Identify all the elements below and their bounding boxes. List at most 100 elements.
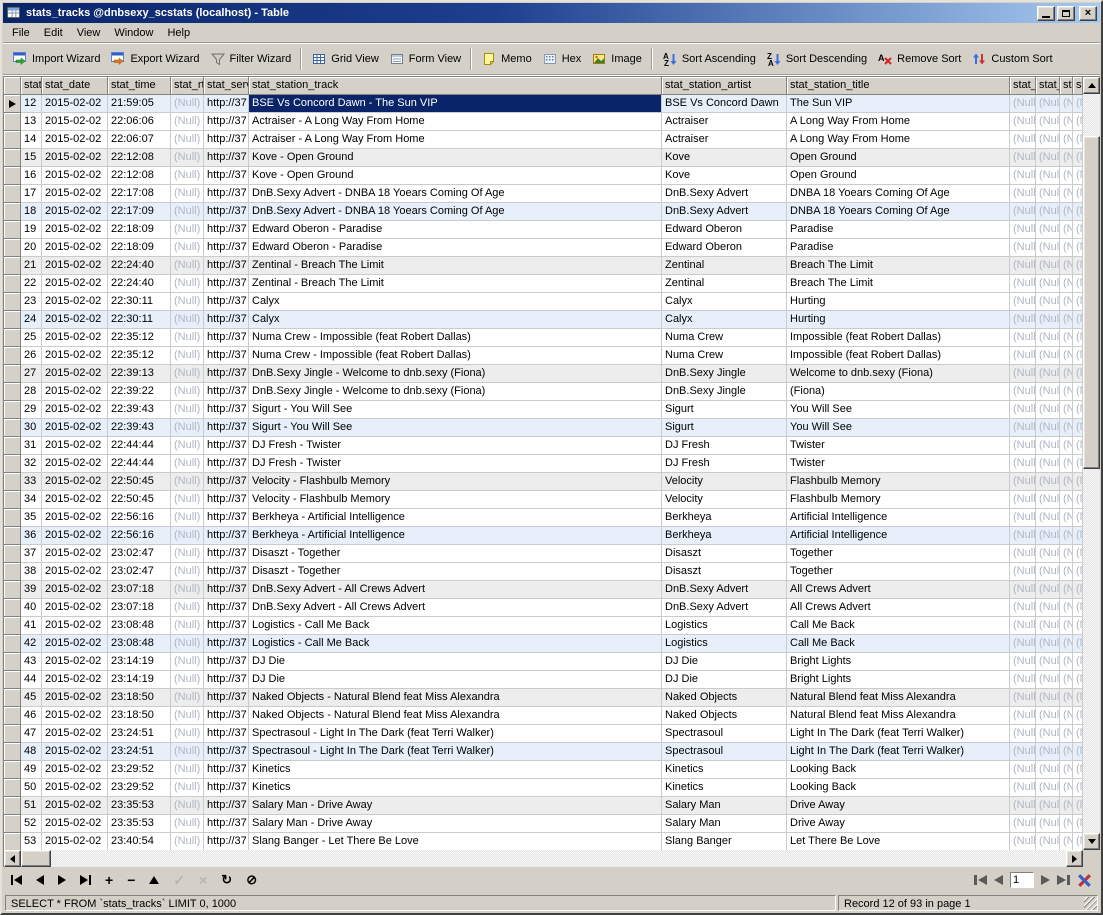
cell-stat-date[interactable]: 2015-02-02 bbox=[42, 491, 108, 509]
row-selector[interactable] bbox=[4, 491, 21, 509]
cell-stat-serv[interactable]: http://37 bbox=[204, 419, 249, 437]
cell-null[interactable]: (Null) bbox=[1073, 797, 1083, 815]
row-selector[interactable] bbox=[4, 365, 21, 383]
cell-stat-date[interactable]: 2015-02-02 bbox=[42, 707, 108, 725]
cell-stat-station-title[interactable]: Artificial Intelligence bbox=[787, 527, 1010, 545]
cell-null[interactable]: (Null) bbox=[1060, 185, 1073, 203]
cell-stat-rt[interactable]: (Null) bbox=[171, 167, 204, 185]
cell-null[interactable]: (Null) bbox=[1010, 365, 1036, 383]
menu-item-edit[interactable]: Edit bbox=[37, 25, 70, 41]
column-header-stat-station-track[interactable]: stat_station_track bbox=[249, 77, 662, 95]
cell-null[interactable]: (Null) bbox=[1073, 653, 1083, 671]
horizontal-scrollbar[interactable] bbox=[4, 850, 1083, 867]
cell-stat-station-artist[interactable]: Salary Man bbox=[662, 797, 787, 815]
cell-null[interactable]: (Null) bbox=[1073, 347, 1083, 365]
cell-stat-rt[interactable]: (Null) bbox=[171, 797, 204, 815]
cell-stat-id[interactable]: 33 bbox=[21, 473, 42, 491]
cell-null[interactable]: (Null) bbox=[1073, 509, 1083, 527]
cell-stat-serv[interactable]: http://37 bbox=[204, 113, 249, 131]
cell-stat-serv[interactable]: http://37 bbox=[204, 275, 249, 293]
cell-null[interactable]: (Null) bbox=[1036, 761, 1060, 779]
cell-null[interactable]: (Null) bbox=[1010, 635, 1036, 653]
cell-stat-station-artist[interactable]: Kinetics bbox=[662, 779, 787, 797]
cell-stat-serv[interactable]: http://37 bbox=[204, 815, 249, 833]
cell-null[interactable]: (Null) bbox=[1036, 275, 1060, 293]
cell-stat-id[interactable]: 44 bbox=[21, 671, 42, 689]
cell-stat-station-artist[interactable]: Salary Man bbox=[662, 815, 787, 833]
cell-stat-station-artist[interactable]: Velocity bbox=[662, 473, 787, 491]
cell-stat-id[interactable]: 50 bbox=[21, 779, 42, 797]
cell-stat-time[interactable]: 23:08:48 bbox=[108, 617, 171, 635]
cell-null[interactable]: (Null) bbox=[1036, 347, 1060, 365]
cell-stat-rt[interactable]: (Null) bbox=[171, 329, 204, 347]
row-selector[interactable] bbox=[4, 545, 21, 563]
cell-stat-station-title[interactable]: You Will See bbox=[787, 401, 1010, 419]
cell-null[interactable]: (Null) bbox=[1060, 509, 1073, 527]
cell-stat-station-track[interactable]: Velocity - Flashbulb Memory bbox=[249, 473, 662, 491]
cell-stat-station-track[interactable]: DJ Fresh - Twister bbox=[249, 455, 662, 473]
cell-stat-rt[interactable]: (Null) bbox=[171, 419, 204, 437]
cell-stat-date[interactable]: 2015-02-02 bbox=[42, 437, 108, 455]
cell-null[interactable]: (Null) bbox=[1036, 365, 1060, 383]
post-edit-button[interactable]: ✓ bbox=[173, 872, 185, 888]
menu-item-view[interactable]: View bbox=[70, 25, 108, 41]
column-header-stat[interactable]: stat bbox=[21, 77, 42, 95]
cell-stat-station-track[interactable]: Sigurt - You Will See bbox=[249, 401, 662, 419]
minimize-button[interactable] bbox=[1037, 6, 1055, 21]
cell-null[interactable]: (Null) bbox=[1060, 293, 1073, 311]
cell-stat-time[interactable]: 21:59:05 bbox=[108, 95, 171, 113]
cell-stat-serv[interactable]: http://37 bbox=[204, 509, 249, 527]
cell-null[interactable]: (Null) bbox=[1073, 185, 1083, 203]
cell-stat-station-track[interactable]: Numa Crew - Impossible (feat Robert Dall… bbox=[249, 329, 662, 347]
cell-stat-station-title[interactable]: Flashbulb Memory bbox=[787, 491, 1010, 509]
cell-stat-rt[interactable]: (Null) bbox=[171, 545, 204, 563]
cell-stat-serv[interactable]: http://37 bbox=[204, 707, 249, 725]
cell-null[interactable]: (Null) bbox=[1060, 563, 1073, 581]
row-selector[interactable] bbox=[4, 653, 21, 671]
cell-stat-station-title[interactable]: Impossible (feat Robert Dallas) bbox=[787, 329, 1010, 347]
cell-stat-station-artist[interactable]: Logistics bbox=[662, 617, 787, 635]
cell-stat-date[interactable]: 2015-02-02 bbox=[42, 545, 108, 563]
cell-stat-date[interactable]: 2015-02-02 bbox=[42, 725, 108, 743]
cell-stat-serv[interactable]: http://37 bbox=[204, 203, 249, 221]
cell-stat-id[interactable]: 40 bbox=[21, 599, 42, 617]
row-selector[interactable] bbox=[4, 509, 21, 527]
cell-stat-rt[interactable]: (Null) bbox=[171, 131, 204, 149]
cell-stat-serv[interactable]: http://37 bbox=[204, 635, 249, 653]
cell-null[interactable]: (Null) bbox=[1036, 131, 1060, 149]
cell-stat-station-artist[interactable]: Naked Objects bbox=[662, 707, 787, 725]
cell-stat-station-track[interactable]: DnB.Sexy Advert - All Crews Advert bbox=[249, 599, 662, 617]
cell-stat-station-title[interactable]: Natural Blend feat Miss Alexandra bbox=[787, 689, 1010, 707]
vertical-scrollbar[interactable] bbox=[1083, 77, 1100, 850]
cell-stat-rt[interactable]: (Null) bbox=[171, 815, 204, 833]
remove-sort-button[interactable]: ARemove Sort bbox=[872, 47, 966, 71]
cell-null[interactable]: (Null) bbox=[1010, 149, 1036, 167]
cell-stat-serv[interactable]: http://37 bbox=[204, 257, 249, 275]
cell-stat-rt[interactable]: (Null) bbox=[171, 599, 204, 617]
cell-null[interactable]: (Null) bbox=[1073, 599, 1083, 617]
cell-null[interactable]: (Null) bbox=[1010, 167, 1036, 185]
cell-stat-serv[interactable]: http://37 bbox=[204, 95, 249, 113]
cell-stat-id[interactable]: 46 bbox=[21, 707, 42, 725]
cell-stat-station-artist[interactable]: Edward Oberon bbox=[662, 239, 787, 257]
cell-null[interactable]: (Null) bbox=[1010, 293, 1036, 311]
row-selector[interactable] bbox=[4, 257, 21, 275]
cell-null[interactable]: (Null) bbox=[1010, 113, 1036, 131]
cell-null[interactable]: (Null) bbox=[1010, 833, 1036, 851]
cell-stat-rt[interactable]: (Null) bbox=[171, 347, 204, 365]
cell-stat-rt[interactable]: (Null) bbox=[171, 149, 204, 167]
cell-null[interactable]: (Null) bbox=[1073, 221, 1083, 239]
row-selector[interactable] bbox=[4, 815, 21, 833]
cell-stat-date[interactable]: 2015-02-02 bbox=[42, 95, 108, 113]
cell-stat-id[interactable]: 41 bbox=[21, 617, 42, 635]
cell-null[interactable]: (Null) bbox=[1010, 617, 1036, 635]
cell-null[interactable]: (Null) bbox=[1073, 311, 1083, 329]
cell-stat-time[interactable]: 22:06:07 bbox=[108, 131, 171, 149]
cell-stat-station-title[interactable]: You Will See bbox=[787, 419, 1010, 437]
cell-null[interactable]: (Null) bbox=[1036, 149, 1060, 167]
cell-null[interactable]: (Null) bbox=[1010, 779, 1036, 797]
cell-stat-station-title[interactable]: Bright Lights bbox=[787, 671, 1010, 689]
row-selector[interactable] bbox=[4, 419, 21, 437]
cell-stat-time[interactable]: 23:14:19 bbox=[108, 671, 171, 689]
row-selector[interactable] bbox=[4, 707, 21, 725]
